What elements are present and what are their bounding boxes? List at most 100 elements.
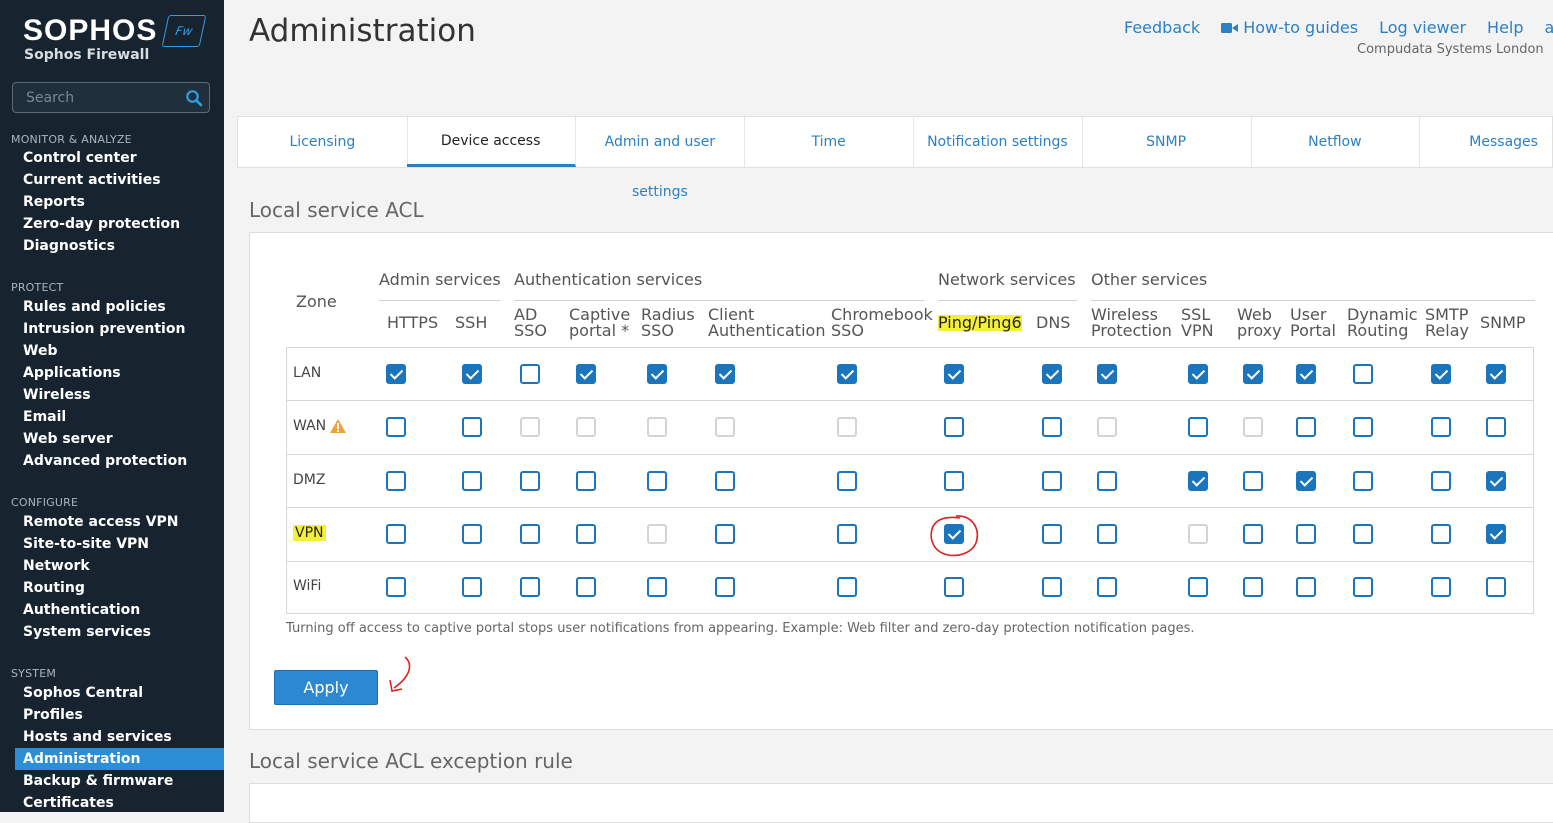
- sidebar-item-email[interactable]: Email: [23, 406, 66, 428]
- sidebar-item-system-services[interactable]: System services: [23, 621, 151, 643]
- admin-menu-link[interactable]: adm: [1545, 18, 1553, 37]
- sidebar-item-profiles[interactable]: Profiles: [23, 704, 83, 726]
- checkbox-wan-dns[interactable]: [1042, 417, 1062, 437]
- checkbox-vpn-web-proxy[interactable]: [1243, 524, 1263, 544]
- sidebar-item-hosts-and-services[interactable]: Hosts and services: [23, 726, 172, 748]
- checkbox-vpn-ad-sso[interactable]: [520, 524, 540, 544]
- tab-device-access[interactable]: Device access: [406, 117, 576, 167]
- checkbox-wifi-radius-sso[interactable]: [647, 577, 667, 597]
- checkbox-vpn-wireless-protection[interactable]: [1097, 524, 1117, 544]
- checkbox-vpn-ssh[interactable]: [462, 524, 482, 544]
- checkbox-lan-wireless-protection[interactable]: [1097, 364, 1117, 384]
- checkbox-wifi-smtp-relay[interactable]: [1431, 577, 1451, 597]
- search-icon[interactable]: [185, 89, 203, 107]
- checkbox-lan-radius-sso[interactable]: [647, 364, 667, 384]
- sidebar-item-web-server[interactable]: Web server: [23, 428, 113, 450]
- checkbox-vpn-smtp-relay[interactable]: [1431, 524, 1451, 544]
- checkbox-wan-user-portal[interactable]: [1296, 417, 1316, 437]
- checkbox-lan-https[interactable]: [386, 364, 406, 384]
- checkbox-wifi-snmp[interactable]: [1486, 577, 1506, 597]
- sidebar-item-control-center[interactable]: Control center: [23, 147, 137, 169]
- sidebar-item-zero-day-protection[interactable]: Zero-day protection: [23, 213, 180, 235]
- checkbox-wifi-ssh[interactable]: [462, 577, 482, 597]
- checkbox-dmz-smtp-relay[interactable]: [1431, 471, 1451, 491]
- sidebar-item-applications[interactable]: Applications: [23, 362, 121, 384]
- checkbox-wifi-dns[interactable]: [1042, 577, 1062, 597]
- checkbox-vpn-dynamic-routing[interactable]: [1353, 524, 1373, 544]
- tab-admin-and-user-settings[interactable]: Admin and user settings: [576, 117, 746, 200]
- checkbox-wan-smtp-relay[interactable]: [1431, 417, 1451, 437]
- how-to-guides-link[interactable]: How-to guides: [1221, 18, 1358, 37]
- sidebar-item-certificates[interactable]: Certificates: [23, 792, 114, 814]
- checkbox-dmz-ad-sso[interactable]: [520, 471, 540, 491]
- sidebar-item-remote-access-vpn[interactable]: Remote access VPN: [23, 511, 178, 533]
- checkbox-dmz-ping-ping6[interactable]: [944, 471, 964, 491]
- sidebar-item-administration[interactable]: Administration: [15, 748, 224, 770]
- checkbox-dmz-captive-portal-[interactable]: [576, 471, 596, 491]
- checkbox-dmz-dynamic-routing[interactable]: [1353, 471, 1373, 491]
- checkbox-dmz-chromebook-sso[interactable]: [837, 471, 857, 491]
- sidebar-item-network[interactable]: Network: [23, 555, 90, 577]
- checkbox-wan-https[interactable]: [386, 417, 406, 437]
- checkbox-lan-snmp[interactable]: [1486, 364, 1506, 384]
- tab-time[interactable]: Time: [744, 117, 914, 167]
- sidebar-item-current-activities[interactable]: Current activities: [23, 169, 161, 191]
- checkbox-lan-ssh[interactable]: [462, 364, 482, 384]
- tab-licensing[interactable]: Licensing: [238, 117, 408, 167]
- checkbox-dmz-radius-sso[interactable]: [647, 471, 667, 491]
- checkbox-lan-captive-portal-[interactable]: [576, 364, 596, 384]
- checkbox-wifi-captive-portal-[interactable]: [576, 577, 596, 597]
- checkbox-dmz-ssl-vpn[interactable]: [1188, 471, 1208, 491]
- checkbox-wifi-client-authentication[interactable]: [715, 577, 735, 597]
- sidebar-item-site-to-site-vpn[interactable]: Site-to-site VPN: [23, 533, 149, 555]
- checkbox-wan-snmp[interactable]: [1486, 417, 1506, 437]
- checkbox-vpn-captive-portal-[interactable]: [576, 524, 596, 544]
- checkbox-dmz-ssh[interactable]: [462, 471, 482, 491]
- checkbox-dmz-dns[interactable]: [1042, 471, 1062, 491]
- checkbox-wifi-user-portal[interactable]: [1296, 577, 1316, 597]
- checkbox-vpn-snmp[interactable]: [1486, 524, 1506, 544]
- search-box[interactable]: [12, 82, 210, 113]
- checkbox-wan-ssh[interactable]: [462, 417, 482, 437]
- checkbox-vpn-client-authentication[interactable]: [715, 524, 735, 544]
- checkbox-dmz-snmp[interactable]: [1486, 471, 1506, 491]
- sidebar-item-intrusion-prevention[interactable]: Intrusion prevention: [23, 318, 185, 340]
- checkbox-dmz-web-proxy[interactable]: [1243, 471, 1263, 491]
- checkbox-wifi-wireless-protection[interactable]: [1097, 577, 1117, 597]
- tab-snmp[interactable]: SNMP: [1082, 117, 1252, 167]
- feedback-link[interactable]: Feedback: [1124, 18, 1200, 37]
- checkbox-vpn-dns[interactable]: [1042, 524, 1062, 544]
- log-viewer-link[interactable]: Log viewer: [1379, 18, 1466, 37]
- checkbox-wifi-ssl-vpn[interactable]: [1188, 577, 1208, 597]
- checkbox-dmz-wireless-protection[interactable]: [1097, 471, 1117, 491]
- checkbox-lan-user-portal[interactable]: [1296, 364, 1316, 384]
- checkbox-wifi-dynamic-routing[interactable]: [1353, 577, 1373, 597]
- sidebar-item-advanced-protection[interactable]: Advanced protection: [23, 450, 187, 472]
- checkbox-vpn-https[interactable]: [386, 524, 406, 544]
- sidebar-item-authentication[interactable]: Authentication: [23, 599, 140, 621]
- tab-messages[interactable]: Messages: [1419, 117, 1553, 167]
- sidebar-item-routing[interactable]: Routing: [23, 577, 85, 599]
- checkbox-dmz-client-authentication[interactable]: [715, 471, 735, 491]
- checkbox-lan-client-authentication[interactable]: [715, 364, 735, 384]
- help-link[interactable]: Help: [1487, 18, 1523, 37]
- tab-notification-settings[interactable]: Notification settings: [913, 117, 1083, 167]
- checkbox-wan-ssl-vpn[interactable]: [1188, 417, 1208, 437]
- search-input[interactable]: [24, 89, 178, 107]
- checkbox-lan-smtp-relay[interactable]: [1431, 364, 1451, 384]
- checkbox-dmz-user-portal[interactable]: [1296, 471, 1316, 491]
- checkbox-vpn-user-portal[interactable]: [1296, 524, 1316, 544]
- tab-netflow[interactable]: Netflow: [1251, 117, 1421, 167]
- apply-button[interactable]: Apply: [274, 670, 378, 705]
- checkbox-lan-web-proxy[interactable]: [1243, 364, 1263, 384]
- checkbox-wifi-chromebook-sso[interactable]: [837, 577, 857, 597]
- checkbox-wifi-ping-ping6[interactable]: [944, 577, 964, 597]
- checkbox-wifi-ad-sso[interactable]: [520, 577, 540, 597]
- sidebar-item-rules-and-policies[interactable]: Rules and policies: [23, 296, 166, 318]
- sidebar-item-reports[interactable]: Reports: [23, 191, 85, 213]
- checkbox-lan-chromebook-sso[interactable]: [837, 364, 857, 384]
- checkbox-wifi-https[interactable]: [386, 577, 406, 597]
- checkbox-wan-ping-ping6[interactable]: [944, 417, 964, 437]
- checkbox-lan-ping-ping6[interactable]: [944, 364, 964, 384]
- checkbox-lan-ssl-vpn[interactable]: [1188, 364, 1208, 384]
